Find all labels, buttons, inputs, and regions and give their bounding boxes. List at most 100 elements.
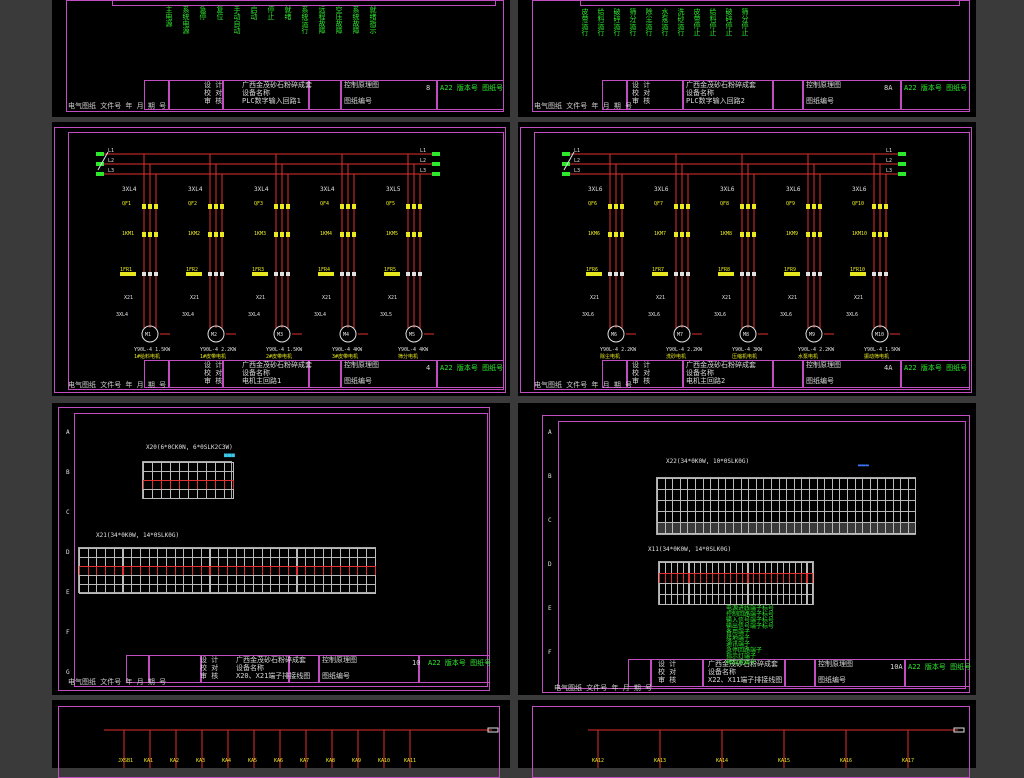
relay-label: KA15 — [778, 758, 790, 764]
sheet-plc-input-2: 设 计 校 对 审 核 广西金茂砂石粉碎成套 设备名称 PLC数字输入回路2 控… — [518, 0, 976, 117]
input-signal-label: 皮带停止 — [693, 8, 701, 36]
tb-drawing-no: 图纸编号 — [818, 676, 846, 684]
input-signal-label: 皮带运行 — [581, 8, 589, 36]
tb-sheet: 8 — [426, 84, 431, 92]
overload-contact — [746, 272, 750, 276]
branch-cable-label: 3XL6 — [648, 312, 660, 318]
tb-approver: 审 核 — [658, 676, 677, 684]
relay-label: KA13 — [654, 758, 666, 764]
relay-label: KA6 — [274, 758, 283, 764]
terminal-label: X21 — [190, 295, 199, 301]
overload-contact — [740, 272, 744, 276]
contactor-contact — [746, 232, 750, 237]
input-signal-label: 筛分停止 — [741, 8, 749, 36]
motor-spec: Y90L-4 3KW — [732, 347, 763, 353]
tb-project: 广西金茂砂石粉碎成套 — [242, 81, 312, 89]
motor-name: 1#皮带电机 — [200, 353, 226, 360]
branch-cable-label: 3XL4 — [254, 186, 269, 193]
control-circuit-diagram: KA12 KA13 KA14 KA15 KA16 KA17 — [588, 727, 965, 768]
overload-contact — [608, 272, 612, 276]
breaker-contact — [818, 204, 822, 209]
overload-contact — [674, 272, 678, 276]
tb-type: 设备名称 — [686, 89, 714, 97]
tb-project: 广西金茂砂石粉碎成套 — [242, 361, 312, 369]
row-letter: E — [548, 605, 552, 612]
sheet-motor-circuit-1: L1 L1 L2 L2 L3 L3 3XL4 QF1 1KM1 1FR1 X21 3XL4 M1 Y90L… — [52, 122, 510, 396]
breaker-contact — [220, 204, 224, 209]
tb-type: 设备名称 — [242, 89, 270, 97]
row-letter: F — [66, 629, 70, 636]
relay-label: KA12 — [592, 758, 604, 764]
terminal-cell — [366, 584, 376, 594]
bus-label: L2 — [574, 158, 580, 164]
overload-label: 1FR4 — [318, 267, 330, 273]
breaker-contact — [346, 204, 350, 209]
motor-spec: Y90L-4 4KW — [398, 347, 429, 353]
overload-contact — [148, 272, 152, 276]
branch-cable-label: 3XL6 — [588, 186, 603, 193]
motor-label: M9 — [809, 332, 815, 338]
terminal-block-title: X22(34*0K0W, 10*0SLK0G) — [666, 458, 750, 465]
terminal-block-title: X11(34*0K0W, 14*0SLK0G) — [648, 546, 732, 553]
input-signal-label: 给料停止 — [709, 8, 717, 36]
motor-spec: Y90L-4 4KW — [332, 347, 363, 353]
overload-contact — [412, 272, 416, 276]
bus-label: L1 — [886, 148, 892, 154]
tb-drawing: 控制原理图 — [818, 660, 853, 668]
breaker-contact — [872, 204, 876, 209]
row-letter: C — [548, 517, 552, 524]
bus-terminal — [562, 172, 570, 176]
contactor-contact — [154, 232, 158, 237]
overload-contact — [686, 272, 690, 276]
contactor-contact — [878, 232, 882, 237]
contactor-contact — [872, 232, 876, 237]
motor-name: 2#皮带电机 — [266, 353, 292, 360]
title-block: 设 计 校 对 审 核 广西金茂砂石粉碎成套 设备名称 X20、X21端子排接线… — [126, 655, 491, 683]
tb-project: 广西金茂砂石粉碎成套 — [236, 656, 306, 664]
tb-designer: 设 计 — [658, 660, 677, 668]
breaker-contact — [812, 204, 816, 209]
branch-cable-label: 3XL4 — [116, 312, 128, 318]
overload-contact — [274, 272, 278, 276]
branch-cable-label: 3XL6 — [654, 186, 669, 193]
contactor-contact — [406, 232, 410, 237]
overload-label: 1FR3 — [252, 267, 264, 273]
motor-spec: Y90L-4 2.2KW — [200, 347, 237, 353]
branch-cable-label: 3XL6 — [714, 312, 726, 318]
contactor-contact — [412, 232, 416, 237]
overload-contact — [872, 272, 876, 276]
motor-label: M8 — [743, 332, 749, 338]
tb-version: A22 版本号 图纸号 — [904, 84, 968, 92]
overload-contact — [208, 272, 212, 276]
tb-name: PLC数字输入回路1 — [242, 97, 301, 105]
overload-contact — [154, 272, 158, 276]
terminal-label: X21 — [124, 295, 133, 301]
tb-name: X22、X11端子排接线图 — [708, 676, 783, 684]
terminal-note: 模拟量端子 — [726, 659, 757, 666]
relay-label: KA2 — [170, 758, 179, 764]
bus-label: L1 — [574, 148, 580, 154]
tb-name: X20、X21端子排接线图 — [236, 672, 311, 680]
breaker-contact — [148, 204, 152, 209]
overload-contact — [818, 272, 822, 276]
branch-cable-label: 3XL5 — [386, 186, 401, 193]
motor-name: 3#皮带电机 — [332, 353, 358, 360]
contactor-label: 1KM8 — [720, 231, 732, 237]
control-circuit-diagram: JXSB1 KA1 KA2 KA3 KA4 KA5 KA6 KA7 KA8 KA9 KA10 KA11 — [104, 727, 499, 768]
contactor-contact — [274, 232, 278, 237]
terminal-cell — [907, 522, 917, 534]
contactor-contact — [674, 232, 678, 237]
bus-terminal — [96, 172, 104, 176]
tb-project: 广西金茂砂石粉碎成套 — [686, 361, 756, 369]
contactor-contact — [346, 232, 350, 237]
contactor-contact — [142, 232, 146, 237]
sheet-header-bar — [580, 0, 960, 6]
tb-name: 电机主回路1 — [242, 377, 282, 385]
overload-contact — [620, 272, 624, 276]
relay-label: JXSB1 — [118, 758, 133, 764]
contactor-contact — [620, 232, 624, 237]
tb-version: A22 版本号 图纸号 — [440, 84, 504, 92]
breaker-contact — [208, 204, 212, 209]
branch-cable-label: 3XL4 — [314, 312, 326, 318]
bus-label: L1 — [420, 148, 426, 154]
